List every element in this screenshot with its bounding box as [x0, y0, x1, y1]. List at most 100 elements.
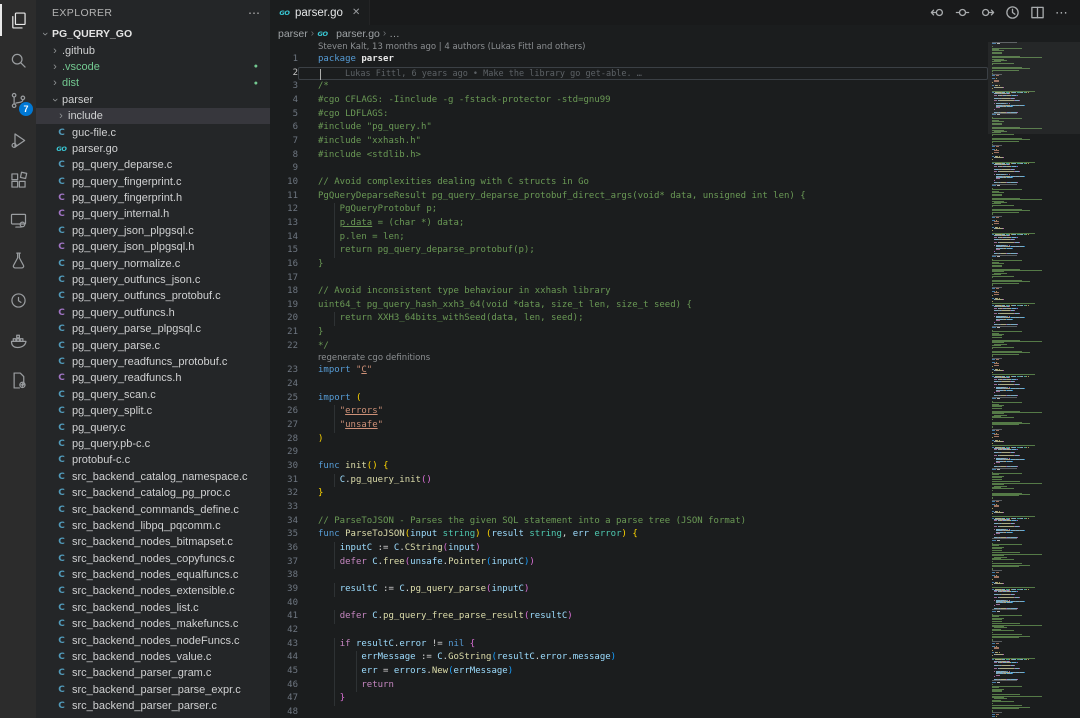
- code-line-27[interactable]: 27 "unsafe": [270, 419, 988, 433]
- code-line-43[interactable]: 43 if resultC.error != nil {: [270, 638, 988, 652]
- tree-item-pg_query.pb-c.c[interactable]: Cpg_query.pb-c.c: [36, 436, 270, 452]
- tree-item-src_backend_nodes_extensible.c[interactable]: Csrc_backend_nodes_extensible.c: [36, 583, 270, 599]
- tree-item-pg_query_readfuncs_protobuf.c[interactable]: Cpg_query_readfuncs_protobuf.c: [36, 354, 270, 370]
- breadcrumb-item-parser[interactable]: parser: [278, 28, 308, 40]
- tree-item-src_backend_parser_parser.c[interactable]: Csrc_backend_parser_parser.c: [36, 698, 270, 714]
- tree-item-guc-file.c[interactable]: Cguc-file.c: [36, 124, 270, 140]
- tree-item-pg_query_fingerprint.h[interactable]: Cpg_query_fingerprint.h: [36, 190, 270, 206]
- tree-item-pg_query_readfuncs.h[interactable]: Cpg_query_readfuncs.h: [36, 370, 270, 386]
- tree-item-parser[interactable]: ›parser: [36, 92, 270, 108]
- tree-item-src_backend_nodes_equalfuncs.c[interactable]: Csrc_backend_nodes_equalfuncs.c: [36, 567, 270, 583]
- code-line-4[interactable]: 4#cgo CFLAGS: -Iinclude -g -fstack-prote…: [270, 94, 988, 108]
- activity-item-testing[interactable]: [0, 240, 36, 280]
- code-line-41[interactable]: 41 defer C.pg_query_free_parse_result(re…: [270, 610, 988, 624]
- tree-item-src_backend_nodes_nodeFuncs.c[interactable]: Csrc_backend_nodes_nodeFuncs.c: [36, 632, 270, 648]
- code-line-40[interactable]: 40: [270, 597, 988, 611]
- tree-item-src_backend_nodes_makefuncs.c[interactable]: Csrc_backend_nodes_makefuncs.c: [36, 616, 270, 632]
- tree-item-pg_query.c[interactable]: Cpg_query.c: [36, 419, 270, 435]
- tree-item-.github[interactable]: ›.github: [36, 42, 270, 58]
- tree-item-pg_query_outfuncs.h[interactable]: Cpg_query_outfuncs.h: [36, 305, 270, 321]
- tree-item-src_backend_nodes_bitmapset.c[interactable]: Csrc_backend_nodes_bitmapset.c: [36, 534, 270, 550]
- code-line-2[interactable]: 2Lukas Fittl, 6 years ago • Make the lib…: [270, 67, 988, 81]
- tree-item-pg_query_scan.c[interactable]: Cpg_query_scan.c: [36, 387, 270, 403]
- code-line-42[interactable]: 42: [270, 624, 988, 638]
- activity-item-search[interactable]: [0, 40, 36, 80]
- code-line-11[interactable]: 11PgQueryDeparseResult pg_query_deparse_…: [270, 190, 988, 204]
- tree-item-pg_query_json_plpgsql.c[interactable]: Cpg_query_json_plpgsql.c: [36, 223, 270, 239]
- tree-item-src_backend_catalog_namespace.c[interactable]: Csrc_backend_catalog_namespace.c: [36, 469, 270, 485]
- tree-item-pg_query_deparse.c[interactable]: Cpg_query_deparse.c: [36, 157, 270, 173]
- tree-item-pg_query_parse_plpgsql.c[interactable]: Cpg_query_parse_plpgsql.c: [36, 321, 270, 337]
- code-line-23[interactable]: 23import "C": [270, 364, 988, 378]
- code-line-39[interactable]: 39 resultC := C.pg_query_parse(inputC): [270, 583, 988, 597]
- code-line-13[interactable]: 13 p.data = (char *) data;: [270, 217, 988, 231]
- activity-item-extensions[interactable]: [0, 160, 36, 200]
- code-line-1[interactable]: 1package parser: [270, 53, 988, 67]
- tree-item-pg_query_internal.h[interactable]: Cpg_query_internal.h: [36, 206, 270, 222]
- code-line-9[interactable]: 9: [270, 162, 988, 176]
- minimap[interactable]: [988, 42, 1080, 718]
- activity-item-run-and-debug[interactable]: [0, 120, 36, 160]
- breadcrumb-item-symbols[interactable]: …: [389, 28, 400, 40]
- tree-item-protobuf-c.c[interactable]: Cprotobuf-c.c: [36, 452, 270, 468]
- code-line-45[interactable]: 45 err = errors.New(errMessage): [270, 665, 988, 679]
- code-line-21[interactable]: 21}: [270, 326, 988, 340]
- tree-item-src_backend_libpq_pqcomm.c[interactable]: Csrc_backend_libpq_pqcomm.c: [36, 518, 270, 534]
- tree-item-pg_query_parse.c[interactable]: Cpg_query_parse.c: [36, 337, 270, 353]
- tree-item-pg_query_normalize.c[interactable]: Cpg_query_normalize.c: [36, 255, 270, 271]
- code-line-10[interactable]: 10// Avoid complexities dealing with C s…: [270, 176, 988, 190]
- code-editor[interactable]: Steven Kalt, 13 months ago | 4 authors (…: [270, 42, 988, 718]
- code-line-29[interactable]: 29: [270, 446, 988, 460]
- tree-item-pg_query_split.c[interactable]: Cpg_query_split.c: [36, 403, 270, 419]
- tree-item-.vscode[interactable]: ›.vscode●: [36, 59, 270, 75]
- activity-item-remote-explorer[interactable]: [0, 200, 36, 240]
- tree-item-pg_query_outfuncs_protobuf.c[interactable]: Cpg_query_outfuncs_protobuf.c: [36, 288, 270, 304]
- code-line-44[interactable]: 44 errMessage := C.GoString(resultC.erro…: [270, 651, 988, 665]
- code-line-22[interactable]: 22*/: [270, 340, 988, 354]
- tree-item-src_backend_commands_define.c[interactable]: Csrc_backend_commands_define.c: [36, 501, 270, 517]
- code-line-36[interactable]: 36 inputC := C.CString(input): [270, 542, 988, 556]
- minimap-slider[interactable]: [988, 42, 1080, 134]
- code-line-37[interactable]: 37 defer C.free(unsafe.Pointer(inputC)): [270, 556, 988, 570]
- tree-item-pg_query_outfuncs_json.c[interactable]: Cpg_query_outfuncs_json.c: [36, 272, 270, 288]
- code-line-3[interactable]: 3/*: [270, 80, 988, 94]
- open-previous-change-button[interactable]: [929, 5, 945, 21]
- code-line-7[interactable]: 7#include "xxhash.h": [270, 135, 988, 149]
- activity-item-explorer[interactable]: [0, 0, 36, 40]
- code-line-8[interactable]: 8#include <stdlib.h>: [270, 149, 988, 163]
- code-line-15[interactable]: 15 return pg_query_deparse_protobuf(p);: [270, 244, 988, 258]
- tree-item-src_backend_nodes_value.c[interactable]: Csrc_backend_nodes_value.c: [36, 649, 270, 665]
- code-line-48[interactable]: 48: [270, 706, 988, 718]
- tree-root-pg_query_go[interactable]: ›PG_QUERY_GO: [36, 26, 270, 42]
- activity-item-docker[interactable]: [0, 320, 36, 360]
- breadcrumb-item-parser.go[interactable]: GOparser.go: [317, 28, 380, 40]
- code-line-38[interactable]: 38: [270, 569, 988, 583]
- code-line-28[interactable]: 28): [270, 433, 988, 447]
- code-line-47[interactable]: 47 }: [270, 692, 988, 706]
- explorer-more-actions-button[interactable]: ⋯: [248, 6, 260, 20]
- open-next-change-button[interactable]: [979, 5, 995, 21]
- code-line-12[interactable]: 12 PgQueryProtobuf p;: [270, 203, 988, 217]
- tree-item-pg_query_fingerprint.c[interactable]: Cpg_query_fingerprint.c: [36, 174, 270, 190]
- code-line-30[interactable]: 30func init() {: [270, 460, 988, 474]
- tree-item-src_backend_parser_parse_expr.c[interactable]: Csrc_backend_parser_parse_expr.c: [36, 682, 270, 698]
- code-line-20[interactable]: 20 return XXH3_64bits_withSeed(data, len…: [270, 312, 988, 326]
- code-line-6[interactable]: 6#include "pg_query.h": [270, 121, 988, 135]
- more-actions-button[interactable]: ⋯: [1054, 5, 1070, 21]
- code-line-32[interactable]: 32}: [270, 487, 988, 501]
- tree-item-src_backend_nodes_copyfuncs.c[interactable]: Csrc_backend_nodes_copyfuncs.c: [36, 551, 270, 567]
- tab-parser-go[interactable]: GO parser.go ✕: [270, 0, 370, 25]
- tree-item-parser.go[interactable]: GOparser.go: [36, 141, 270, 157]
- code-line-35[interactable]: 35func ParseToJSON(input string) (result…: [270, 528, 988, 542]
- open-changes-button[interactable]: [954, 5, 970, 21]
- file-history-button[interactable]: [1004, 5, 1020, 21]
- tree-item-include[interactable]: ›include: [36, 108, 270, 124]
- activity-item-source-control[interactable]: 7: [0, 80, 36, 120]
- code-line-14[interactable]: 14 p.len = len;: [270, 231, 988, 245]
- code-line-24[interactable]: 24: [270, 378, 988, 392]
- activity-item-gitlens[interactable]: [0, 280, 36, 320]
- code-line-18[interactable]: 18// Avoid inconsistent type behaviour i…: [270, 285, 988, 299]
- tree-item-src_backend_nodes_list.c[interactable]: Csrc_backend_nodes_list.c: [36, 600, 270, 616]
- code-line-25[interactable]: 25import (: [270, 392, 988, 406]
- code-line-17[interactable]: 17: [270, 272, 988, 286]
